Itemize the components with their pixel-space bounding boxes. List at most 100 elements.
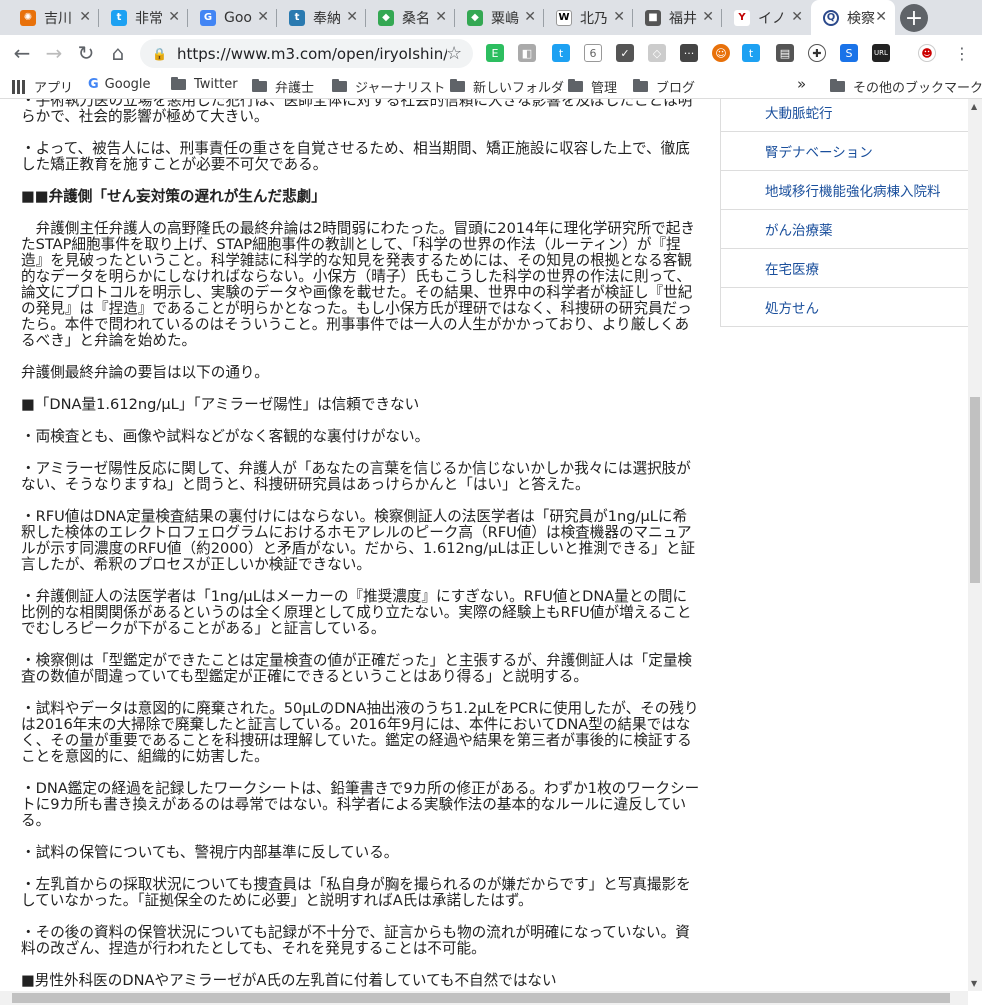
tab-strip: ✺ 吉川 ✕ t 非常 ✕ G Goo ✕ t 奉納 ✕ ◆ 桑名 ✕ ◆ 粟嶋… — [0, 0, 982, 35]
twitter-icon: t — [111, 9, 127, 26]
address-bar[interactable]: 🔒 https://www.m3.com/open/iryoIshin/... — [140, 39, 473, 68]
tab-2[interactable]: t 非常 ✕ — [99, 0, 188, 35]
s-ext-icon[interactable]: S — [840, 44, 858, 62]
bookmark-apps[interactable]: アプリ — [12, 77, 73, 96]
article-paragraph: ・試料やデータは意図的に廃棄された。50μLのDNA抽出液のうち1.2μLをPC… — [21, 700, 699, 765]
tab-title: 検察 — [847, 10, 875, 27]
card-ext-icon[interactable]: ▤ — [776, 44, 794, 62]
maps-icon: ◆ — [378, 9, 394, 26]
close-icon[interactable]: ✕ — [168, 9, 180, 25]
url-ext-icon[interactable]: URL — [872, 44, 890, 62]
counter-ext-icon[interactable]: 6 — [584, 44, 602, 62]
bird-ext-icon[interactable]: t — [742, 44, 760, 62]
article-body: ・手術執刀医の立場を悪用した犯行は、医師全体に対する社会的信頼に大きな影響を及ぼ… — [21, 99, 701, 991]
lock-icon: 🔒 — [152, 46, 167, 61]
close-icon[interactable]: ✕ — [257, 9, 269, 25]
sun-icon: ✺ — [20, 9, 36, 26]
bookmark-google[interactable]: G Google — [88, 77, 151, 92]
pocket-icon[interactable]: ✓ — [616, 44, 634, 62]
sidebar-link[interactable]: 在宅医療 — [721, 249, 968, 288]
bookmark-folder-admin[interactable]: 管理 — [568, 77, 617, 96]
article-paragraph: 弁護側最終弁論の要旨は以下の通り。 — [21, 364, 269, 381]
close-icon[interactable]: ✕ — [524, 9, 536, 25]
folder-icon — [830, 79, 845, 92]
folder-icon — [332, 79, 347, 92]
tab-1[interactable]: ✺ 吉川 ✕ — [8, 0, 99, 35]
close-icon[interactable]: ✕ — [875, 9, 887, 25]
bookmark-folder-journalist[interactable]: ジャーナリスト — [332, 77, 445, 96]
bookmark-label: その他のブックマーク — [853, 81, 982, 96]
t-icon: t — [289, 9, 305, 26]
folder-icon — [252, 79, 267, 92]
sidebar-link[interactable]: 処方せん — [721, 288, 968, 327]
bookmark-label: 弁護士 — [275, 81, 315, 96]
yomiuri-icon: Y — [734, 9, 750, 26]
close-icon[interactable]: ✕ — [791, 9, 803, 25]
article-paragraph: ・RFU値はDNA定量検査結果の裏付けにはならない。検察側証人の法医学者は「研究… — [21, 508, 696, 573]
scroll-down-arrow-icon[interactable]: ▼ — [971, 979, 977, 988]
bookmark-folder-twitter[interactable]: Twitter — [171, 77, 238, 92]
vertical-scrollbar[interactable]: ▲ ▼ — [968, 99, 982, 991]
close-icon[interactable]: ✕ — [435, 9, 447, 25]
dots-ext-icon[interactable]: ··· — [680, 44, 698, 62]
tab-4[interactable]: t 奉納 ✕ — [277, 0, 366, 35]
face-ext-icon[interactable]: ☺ — [712, 44, 730, 62]
tab-10-active[interactable]: Q 検察 ✕ — [811, 0, 895, 35]
folder-icon — [568, 79, 583, 92]
tab-3[interactable]: G Goo ✕ — [188, 0, 277, 35]
home-icon[interactable]: ⌂ — [106, 41, 130, 65]
close-icon[interactable]: ✕ — [613, 9, 625, 25]
article-paragraph: ・手術執刀医の立場を悪用した犯行は、医師全体に対する社会的信頼に大きな影響を及ぼ… — [21, 99, 693, 125]
sidebar-link[interactable]: がん治療薬 — [721, 210, 968, 249]
bookmark-folder-blog[interactable]: ブログ — [633, 77, 695, 96]
new-tab-button[interactable]: + — [900, 4, 928, 32]
close-icon[interactable]: ✕ — [702, 9, 714, 25]
folder-icon — [171, 77, 186, 90]
close-icon[interactable]: ✕ — [346, 9, 358, 25]
bookmark-folder-lawyer[interactable]: 弁護士 — [252, 77, 314, 96]
scroll-up-arrow-icon[interactable]: ▲ — [971, 102, 977, 111]
tab-5[interactable]: ◆ 桑名 ✕ — [366, 0, 455, 35]
bookmarks-overflow-button[interactable]: » — [797, 75, 806, 93]
bookmarks-bar: アプリ G Google Twitter 弁護士 ジャーナリスト 新しいフォルダ… — [0, 72, 982, 99]
tab-9[interactable]: Y イノ ✕ — [722, 0, 811, 35]
puzzle-icon[interactable]: ◇ — [648, 44, 666, 62]
evernote-icon[interactable]: E — [486, 44, 504, 62]
subsection-heading: ■「DNA量1.612ng/μL」「アミラーゼ陽性」は信頼できない — [21, 396, 420, 413]
tab-7[interactable]: W 北乃 ✕ — [544, 0, 633, 35]
bookmark-star-icon[interactable]: ☆ — [446, 43, 462, 64]
extension-icon[interactable]: ◧ — [518, 44, 536, 62]
scrollbar-thumb[interactable] — [12, 993, 950, 1003]
sidebar-link[interactable]: 地域移行機能強化病棟入院料 — [721, 171, 968, 210]
reload-icon[interactable]: ↻ — [74, 41, 98, 65]
bookmark-folder-other[interactable]: その他のブックマーク — [830, 77, 982, 96]
twitter-ext-icon[interactable]: t — [552, 44, 570, 62]
tab-title: 北乃 — [580, 10, 608, 27]
close-icon[interactable]: ✕ — [79, 9, 91, 25]
bookmark-folder-new[interactable]: 新しいフォルダ — [450, 77, 564, 96]
tab-6[interactable]: ◆ 粟嶋 ✕ — [455, 0, 544, 35]
menu-dots-icon[interactable]: ⋮ — [950, 41, 974, 65]
url-text: https://www.m3.com/open/iryoIshin/... — [176, 44, 447, 63]
sidebar-link[interactable]: 大動脈蛇行 — [721, 99, 968, 132]
scrollbar-thumb[interactable] — [970, 397, 980, 583]
google-icon: G — [88, 77, 99, 92]
subsection-heading: ■男性外科医のDNAやアミラーゼがA氏の左乳首に付着していても不自然ではない — [21, 972, 557, 989]
wikipedia-icon: W — [556, 9, 572, 26]
article-paragraph: ・よって、被告人には、刑事責任の重さを自覚させるため、相当期間、矯正施設に収容し… — [21, 140, 690, 173]
bookmark-label: Google — [104, 77, 151, 92]
back-arrow-icon[interactable]: ← — [10, 41, 34, 65]
target-ext-icon[interactable]: ✚ — [808, 44, 826, 62]
folder-icon — [633, 79, 648, 92]
horizontal-scrollbar[interactable] — [0, 991, 968, 1005]
forward-arrow-icon[interactable]: → — [42, 41, 66, 65]
tab-title: イノ — [758, 10, 786, 27]
section-heading: ■■弁護側「せん妄対策の遅れが生んだ悲劇」 — [21, 188, 326, 205]
bookmark-label: 新しいフォルダ — [473, 81, 565, 96]
tab-8[interactable]: ■ 福井 ✕ — [633, 0, 722, 35]
sidebar-link[interactable]: 腎デナベーション — [721, 132, 968, 171]
bookmark-label: ジャーナリスト — [355, 81, 446, 96]
tab-title: 福井 — [669, 10, 697, 27]
keyword-sidebar: 大動脈蛇行 腎デナベーション 地域移行機能強化病棟入院料 がん治療薬 在宅医療 … — [720, 99, 968, 327]
profile-avatar[interactable]: ☻ — [918, 44, 936, 62]
